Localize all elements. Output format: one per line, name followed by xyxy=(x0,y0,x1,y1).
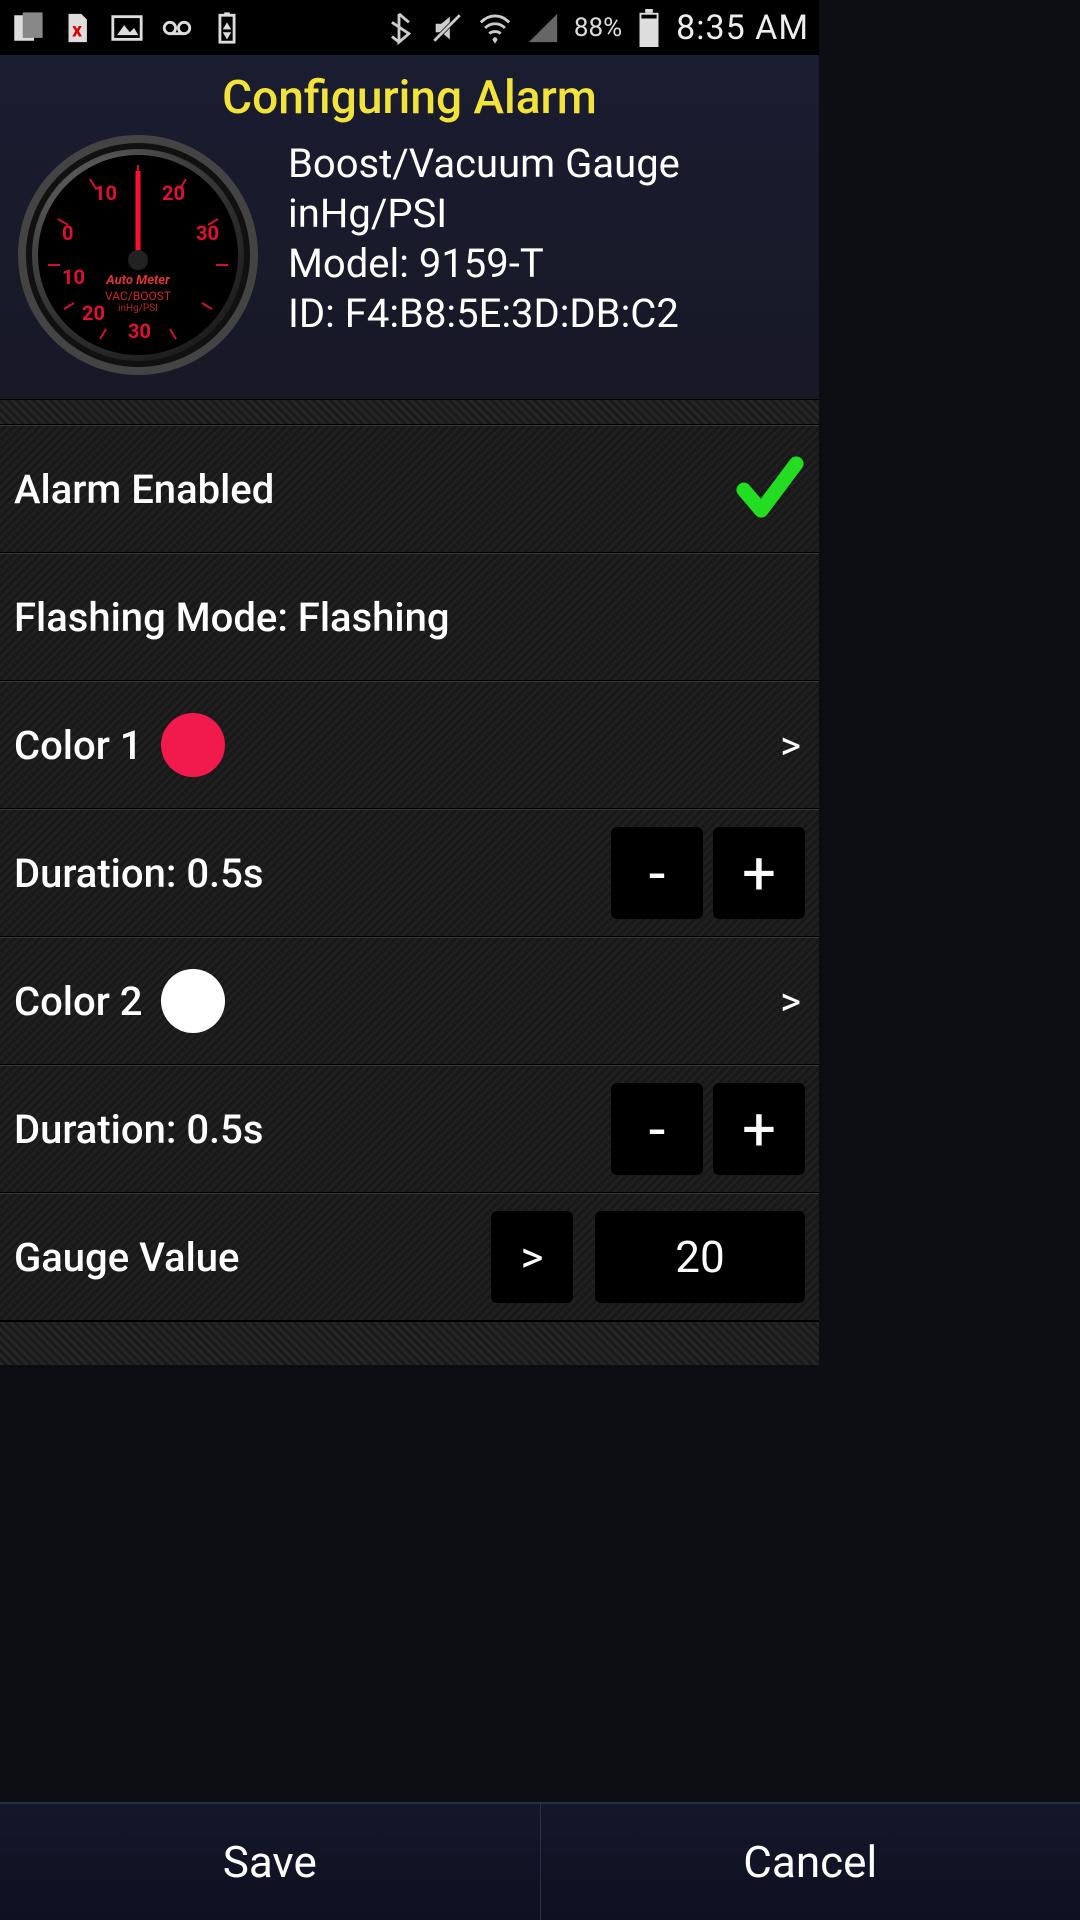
battery-icon xyxy=(636,9,662,47)
gauge-value-label: Gauge Value xyxy=(14,1234,239,1281)
gauge-digit: 0 xyxy=(62,221,73,245)
gauge-digit: 30 xyxy=(196,221,219,245)
duration-2-row: Duration: 0.5s - + xyxy=(0,1065,819,1193)
gauge-digit: 30 xyxy=(128,319,151,343)
battery-recycle-icon xyxy=(210,11,244,45)
color-1-swatch xyxy=(161,713,225,777)
save-button[interactable]: Save xyxy=(0,1804,540,1920)
gauge-image: 10 20 0 30 10 20 30 Auto Meter VAC/BOOST… xyxy=(18,135,258,375)
svg-text:x: x xyxy=(72,18,82,41)
gauge-value-operator-button[interactable]: > xyxy=(491,1211,573,1303)
clock: 8:35 AM xyxy=(676,8,809,48)
end-strip xyxy=(0,1321,819,1365)
check-icon xyxy=(735,452,805,526)
flashing-mode-row[interactable]: Flashing Mode: Flashing xyxy=(0,553,819,681)
separator-strip xyxy=(0,399,819,425)
chevron-right-icon: > xyxy=(780,978,805,1025)
duration-2-stepper: - + xyxy=(611,1083,805,1175)
device-info: Boost/Vacuum Gauge inHg/PSI Model: 9159-… xyxy=(288,135,801,339)
alarm-enabled-label: Alarm Enabled xyxy=(14,466,274,513)
device-model: Model: 9159-T xyxy=(288,239,801,289)
cancel-button[interactable]: Cancel xyxy=(541,1804,1080,1920)
color-1-row[interactable]: Color 1 > xyxy=(0,681,819,809)
gauge-units-small: inHg/PSI xyxy=(38,303,238,314)
signal-icon xyxy=(526,11,560,45)
gauge-value-row: Gauge Value > 20 xyxy=(0,1193,819,1321)
color-2-label: Color 2 xyxy=(14,978,143,1025)
gauge-brand: Auto Meter xyxy=(38,273,238,288)
file-error-icon: x xyxy=(60,11,94,45)
gauge-subtitle: VAC/BOOST xyxy=(38,289,238,303)
flashing-mode-label: Flashing Mode: Flashing xyxy=(14,594,450,641)
footer: Save Cancel xyxy=(0,1802,1080,1920)
wifi-icon xyxy=(478,11,512,45)
mute-icon xyxy=(430,11,464,45)
duration-2-label: Duration: 0.5s xyxy=(14,1106,264,1153)
device-id: ID: F4:B8:5E:3D:DB:C2 xyxy=(288,289,801,339)
alarm-enabled-row[interactable]: Alarm Enabled xyxy=(0,425,819,553)
gauge-digit: 20 xyxy=(162,181,185,205)
page-title: Configuring Alarm xyxy=(18,65,801,135)
header: Configuring Alarm xyxy=(0,55,819,399)
duration-1-minus-button[interactable]: - xyxy=(611,827,703,919)
status-bar: x 88% 8:35 AM xyxy=(0,0,819,55)
duration-2-plus-button[interactable]: + xyxy=(713,1083,805,1175)
bluetooth-icon xyxy=(382,11,416,45)
gauge-value-field[interactable]: 20 xyxy=(595,1211,805,1303)
voicemail-icon xyxy=(160,11,194,45)
duration-1-label: Duration: 0.5s xyxy=(14,850,264,897)
image-icon xyxy=(110,11,144,45)
duration-1-stepper: - + xyxy=(611,827,805,919)
device-units: inHg/PSI xyxy=(288,189,801,239)
settings-list: Alarm Enabled Flashing Mode: Flashing Co… xyxy=(0,425,819,1321)
duration-1-plus-button[interactable]: + xyxy=(713,827,805,919)
battery-percent: 88% xyxy=(574,13,622,43)
color-2-row[interactable]: Color 2 > xyxy=(0,937,819,1065)
color-2-swatch xyxy=(161,969,225,1033)
device-name: Boost/Vacuum Gauge xyxy=(288,139,801,189)
duration-1-row: Duration: 0.5s - + xyxy=(0,809,819,937)
multiwindow-icon xyxy=(10,11,44,45)
gauge-digit: 10 xyxy=(94,181,117,205)
color-1-label: Color 1 xyxy=(14,722,143,769)
duration-2-minus-button[interactable]: - xyxy=(611,1083,703,1175)
chevron-right-icon: > xyxy=(780,722,805,769)
